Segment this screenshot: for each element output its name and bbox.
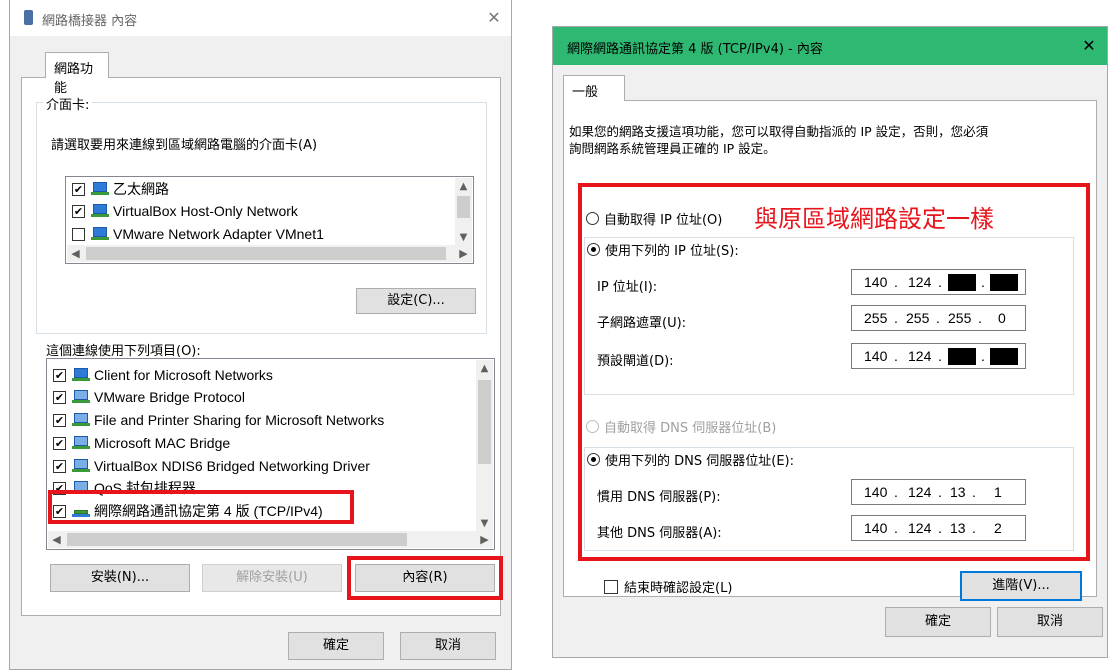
protocol-icon bbox=[72, 459, 90, 473]
advanced-button[interactable]: 進階(V)... bbox=[960, 571, 1082, 601]
scroll-right-icon[interactable]: ▶ bbox=[476, 531, 493, 548]
network-adapter-icon bbox=[91, 182, 109, 196]
close-icon[interactable]: ✕ bbox=[1077, 34, 1101, 58]
network-adapter-icon bbox=[91, 227, 109, 241]
scroll-thumb[interactable] bbox=[457, 196, 470, 218]
scroll-down-icon[interactable]: ▼ bbox=[455, 229, 472, 246]
adapter-list[interactable]: ✔ 乙太網路 ✔ VirtualBox Host-Only Network VM… bbox=[65, 176, 474, 264]
horizontal-scrollbar[interactable]: ◀ ▶ bbox=[48, 531, 493, 548]
tab-network-functions[interactable]: 網路功能 bbox=[45, 52, 109, 96]
tcpipv4-properties-dialog: 網際網路通訊協定第 4 版 (TCP/IPv4) - 內容 ✕ 一般 如果您的網… bbox=[552, 26, 1108, 658]
list-item[interactable]: ✔ Client for Microsoft Networks bbox=[53, 365, 273, 385]
vertical-scrollbar[interactable]: ▲ ▼ bbox=[476, 360, 493, 532]
checkbox[interactable]: ✔ bbox=[53, 390, 66, 404]
checkbox[interactable] bbox=[72, 227, 85, 241]
scroll-thumb[interactable] bbox=[478, 380, 491, 464]
tab-panel: 如果您的網路支援這項功能，您可以取得自動指派的 IP 設定，否則，您必須 詢問網… bbox=[563, 100, 1097, 601]
uninstall-button[interactable]: 解除安裝(U) bbox=[202, 564, 342, 592]
tab-panel: 介面卡: 請選取要用來連線到區域網路電腦的介面卡(A) ✔ 乙太網路 ✔ Vir… bbox=[21, 77, 503, 616]
network-client-icon bbox=[72, 368, 90, 382]
horizontal-scrollbar[interactable]: ◀ ▶ bbox=[67, 245, 472, 262]
checkbox[interactable]: ✔ bbox=[53, 368, 66, 382]
items-label: 這個連線使用下列項目(O): bbox=[46, 344, 201, 359]
protocol-icon bbox=[72, 436, 90, 450]
vertical-scrollbar[interactable]: ▲ ▼ bbox=[455, 178, 472, 246]
list-item[interactable]: ✔ VirtualBox Host-Only Network bbox=[72, 201, 298, 221]
title-bar: 網際網路通訊協定第 4 版 (TCP/IPv4) - 內容 ✕ bbox=[553, 27, 1107, 65]
adapter-group-label: 介面卡: bbox=[43, 94, 93, 113]
ok-button[interactable]: 確定 bbox=[288, 632, 384, 660]
scroll-thumb[interactable] bbox=[67, 533, 407, 546]
list-item[interactable]: ✔ 乙太網路 bbox=[72, 179, 169, 199]
scroll-down-icon[interactable]: ▼ bbox=[476, 515, 493, 532]
highlight-box-properties bbox=[347, 556, 503, 600]
list-item[interactable]: ✔ VirtualBox NDIS6 Bridged Networking Dr… bbox=[53, 456, 370, 476]
cancel-button[interactable]: 取消 bbox=[400, 632, 496, 660]
network-adapter-icon bbox=[91, 204, 109, 218]
scroll-up-icon[interactable]: ▲ bbox=[476, 360, 493, 377]
cancel-button[interactable]: 取消 bbox=[997, 607, 1103, 637]
list-item[interactable]: ✔ VMware Bridge Protocol bbox=[53, 387, 245, 407]
install-button[interactable]: 安裝(N)... bbox=[50, 564, 190, 592]
title-bar: 網路橋接器 內容 ✕ bbox=[10, 0, 511, 36]
protocol-icon bbox=[72, 390, 90, 404]
window-title: 網路橋接器 內容 bbox=[42, 14, 138, 29]
checkbox[interactable]: ✔ bbox=[72, 204, 85, 218]
scroll-thumb[interactable] bbox=[86, 247, 446, 260]
scroll-left-icon[interactable]: ◀ bbox=[48, 531, 65, 548]
scroll-right-icon[interactable]: ▶ bbox=[455, 245, 472, 262]
checkbox[interactable]: ✔ bbox=[53, 413, 66, 427]
list-item[interactable]: VMware Network Adapter VMnet1 bbox=[72, 224, 324, 244]
scroll-up-icon[interactable]: ▲ bbox=[455, 178, 472, 195]
ok-button[interactable]: 確定 bbox=[885, 607, 991, 637]
checkbox[interactable] bbox=[604, 579, 618, 594]
checkbox[interactable]: ✔ bbox=[72, 182, 85, 196]
validate-settings-checkbox[interactable]: 結束時確認設定(L) bbox=[604, 577, 732, 596]
description-line-2: 詢問網路系統管理員正確的 IP 設定。 bbox=[569, 141, 776, 156]
network-adapter-icon bbox=[24, 10, 33, 25]
adapter-instruction: 請選取要用來連線到區域網路電腦的介面卡(A) bbox=[51, 138, 318, 153]
checkbox[interactable]: ✔ bbox=[53, 436, 66, 450]
scroll-left-icon[interactable]: ◀ bbox=[67, 245, 84, 262]
network-bridge-properties-dialog: 網路橋接器 內容 ✕ 網路功能 介面卡: 請選取要用來連線到區域網路電腦的介面卡… bbox=[9, 0, 512, 670]
highlight-box-ip-settings bbox=[578, 183, 1090, 561]
close-icon[interactable]: ✕ bbox=[482, 6, 506, 30]
configure-button[interactable]: 設定(C)... bbox=[356, 288, 476, 314]
network-service-icon bbox=[72, 413, 90, 427]
window-title: 網際網路通訊協定第 4 版 (TCP/IPv4) - 內容 bbox=[567, 42, 823, 57]
checkbox[interactable]: ✔ bbox=[53, 459, 66, 473]
adapter-group: 介面卡: 請選取要用來連線到區域網路電腦的介面卡(A) ✔ 乙太網路 ✔ Vir… bbox=[36, 94, 487, 334]
list-item[interactable]: ✔ File and Printer Sharing for Microsoft… bbox=[53, 410, 384, 430]
tab-general[interactable]: 一般 bbox=[563, 75, 625, 101]
list-item[interactable]: ✔ Microsoft MAC Bridge bbox=[53, 433, 230, 453]
highlight-box-tcpipv4 bbox=[48, 490, 354, 524]
